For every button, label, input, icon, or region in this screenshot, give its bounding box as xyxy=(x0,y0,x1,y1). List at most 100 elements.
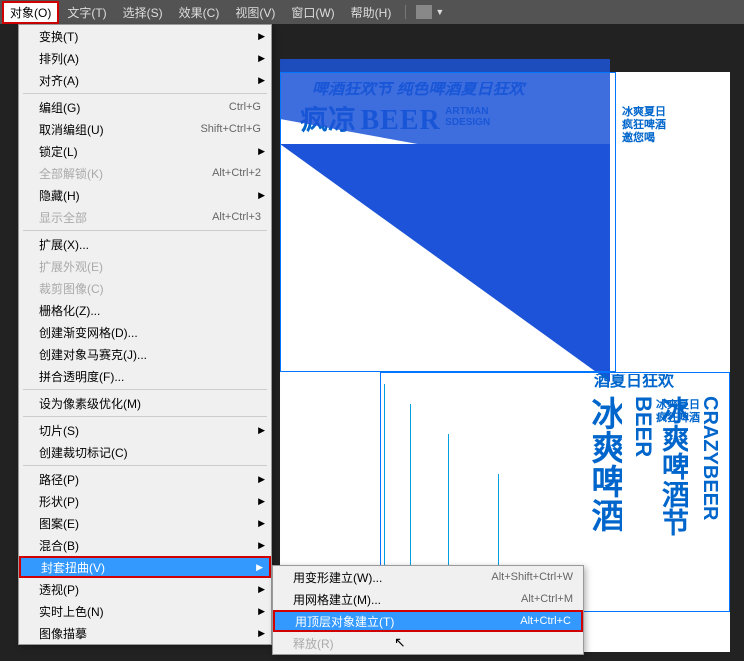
menu-type[interactable]: 文字(T) xyxy=(59,1,114,24)
menu-item-label: 排列(A) xyxy=(39,50,261,67)
menu-item-label: 创建对象马赛克(J)... xyxy=(39,346,261,363)
submenu-arrow-icon: ▶ xyxy=(258,606,265,617)
submenu-item-label: 用网格建立(M)... xyxy=(293,591,521,608)
menu-item-label: 创建裁切标记(C) xyxy=(39,444,261,461)
menu-item[interactable]: 锁定(L)▶ xyxy=(19,140,271,162)
menu-separator xyxy=(23,230,267,231)
menu-item[interactable]: 变换(T)▶ xyxy=(19,25,271,47)
menu-item[interactable]: 隐藏(H)▶ xyxy=(19,184,271,206)
menu-item-label: 拼合透明度(F)... xyxy=(39,368,261,385)
menu-item-label: 隐藏(H) xyxy=(39,187,261,204)
menu-item-label: 变换(T) xyxy=(39,28,261,45)
menu-item: 全部解锁(K)Alt+Ctrl+2 xyxy=(19,162,271,184)
menu-item-shortcut: Shift+Ctrl+G xyxy=(200,123,261,135)
menu-object[interactable]: 对象(O) xyxy=(2,1,59,24)
menu-item-shortcut: Alt+Ctrl+C xyxy=(520,615,571,627)
submenu-arrow-icon: ▶ xyxy=(258,53,265,64)
menubar-divider xyxy=(405,5,406,19)
submenu-arrow-icon: ▶ xyxy=(258,540,265,551)
menu-item-label: 栅格化(Z)... xyxy=(39,302,261,319)
menu-item-label: 切片(S) xyxy=(39,422,261,439)
submenu-arrow-icon: ▶ xyxy=(258,425,265,436)
menu-item[interactable]: 排列(A)▶ xyxy=(19,47,271,69)
menu-item-shortcut: Alt+Ctrl+M xyxy=(521,593,573,605)
menu-item[interactable]: 切片(S)▶ xyxy=(19,419,271,441)
menu-item-label: 图案(E) xyxy=(39,515,261,532)
submenu-arrow-icon: ▶ xyxy=(258,474,265,485)
menu-item-label: 路径(P) xyxy=(39,471,261,488)
menu-item[interactable]: 形状(P)▶ xyxy=(19,490,271,512)
submenu-arrow-icon: ▶ xyxy=(258,190,265,201)
menu-item[interactable]: 创建裁切标记(C) xyxy=(19,441,271,463)
menu-item-shortcut: Ctrl+G xyxy=(229,101,261,113)
submenu-item: 释放(R) xyxy=(273,632,583,654)
submenu-item[interactable]: 用变形建立(W)...Alt+Shift+Ctrl+W xyxy=(273,566,583,588)
menu-item-label: 设为像素级优化(M) xyxy=(39,395,261,412)
menu-item[interactable]: 封套扭曲(V)▶ xyxy=(19,556,271,578)
menu-separator xyxy=(23,416,267,417)
menu-separator xyxy=(23,389,267,390)
menu-item-label: 实时上色(N) xyxy=(39,603,261,620)
menu-item[interactable]: 拼合透明度(F)... xyxy=(19,365,271,387)
menu-item[interactable]: 混合(B)▶ xyxy=(19,534,271,556)
menu-item[interactable]: 图案(E)▶ xyxy=(19,512,271,534)
menu-item-label: 形状(P) xyxy=(39,493,261,510)
menu-item-label: 透视(P) xyxy=(39,581,261,598)
submenu-arrow-icon: ▶ xyxy=(258,75,265,86)
menu-item[interactable]: 扩展(X)... xyxy=(19,233,271,255)
menu-item[interactable]: 设为像素级优化(M) xyxy=(19,392,271,414)
submenu-arrow-icon: ▶ xyxy=(258,518,265,529)
menu-item-label: 创建渐变网格(D)... xyxy=(39,324,261,341)
menu-item-label: 混合(B) xyxy=(39,537,261,554)
menu-item[interactable]: 路径(P)▶ xyxy=(19,468,271,490)
menu-item[interactable]: 对齐(A)▶ xyxy=(19,69,271,91)
menu-separator xyxy=(23,93,267,94)
menu-item[interactable]: 图像描摹▶ xyxy=(19,622,271,644)
menu-item-label: 全部解锁(K) xyxy=(39,165,212,182)
menubar: 对象(O) 文字(T) 选择(S) 效果(C) 视图(V) 窗口(W) 帮助(H… xyxy=(0,0,744,24)
submenu-arrow-icon: ▶ xyxy=(256,562,263,573)
menu-item[interactable]: 透视(P)▶ xyxy=(19,578,271,600)
menu-item-shortcut: Alt+Shift+Ctrl+W xyxy=(491,571,573,583)
menu-item: 裁剪图像(C) xyxy=(19,277,271,299)
submenu-arrow-icon: ▶ xyxy=(258,496,265,507)
submenu-arrow-icon: ▶ xyxy=(258,31,265,42)
menu-item[interactable]: 编组(G)Ctrl+G xyxy=(19,96,271,118)
menu-select[interactable]: 选择(S) xyxy=(115,1,171,24)
menu-item-label: 扩展(X)... xyxy=(39,236,261,253)
menu-item-shortcut: Alt+Ctrl+3 xyxy=(212,211,261,223)
menu-item[interactable]: 栅格化(Z)... xyxy=(19,299,271,321)
submenu-item[interactable]: 用网格建立(M)...Alt+Ctrl+M xyxy=(273,588,583,610)
submenu-arrow-icon: ▶ xyxy=(258,584,265,595)
menu-view[interactable]: 视图(V) xyxy=(227,1,283,24)
menu-item[interactable]: 创建渐变网格(D)... xyxy=(19,321,271,343)
submenu-item-label: 用变形建立(W)... xyxy=(293,569,491,586)
menu-item-label: 裁剪图像(C) xyxy=(39,280,261,297)
menu-item-label: 编组(G) xyxy=(39,99,229,116)
submenu-item[interactable]: 用顶层对象建立(T)Alt+Ctrl+C xyxy=(273,610,583,632)
menu-item-label: 取消编组(U) xyxy=(39,121,200,138)
menu-item-label: 锁定(L) xyxy=(39,143,261,160)
chevron-down-icon[interactable]: ▼ xyxy=(435,7,444,17)
artwork-right: 冰爽夏日 疯狂啤酒 邀您喝 xyxy=(622,106,702,146)
menu-item-label: 对齐(A) xyxy=(39,72,261,89)
menu-effect[interactable]: 效果(C) xyxy=(171,1,228,24)
menu-item[interactable]: 取消编组(U)Shift+Ctrl+G xyxy=(19,118,271,140)
envelope-distort-submenu: 用变形建立(W)...Alt+Shift+Ctrl+W用网格建立(M)...Al… xyxy=(272,565,584,655)
menu-item-label: 显示全部 xyxy=(39,209,212,226)
menu-item-shortcut: Alt+Ctrl+2 xyxy=(212,167,261,179)
submenu-item-label: 用顶层对象建立(T) xyxy=(295,613,520,630)
menu-item: 显示全部Alt+Ctrl+3 xyxy=(19,206,271,228)
arrange-documents-icon[interactable] xyxy=(416,5,432,19)
menu-separator xyxy=(23,465,267,466)
menu-window[interactable]: 窗口(W) xyxy=(283,1,342,24)
submenu-item-label: 释放(R) xyxy=(293,635,573,652)
selection-bounds-upper xyxy=(280,72,616,372)
menu-item-label: 扩展外观(E) xyxy=(39,258,261,275)
menu-item[interactable]: 实时上色(N)▶ xyxy=(19,600,271,622)
object-menu-dropdown: 变换(T)▶排列(A)▶对齐(A)▶编组(G)Ctrl+G取消编组(U)Shif… xyxy=(18,24,272,645)
menu-item[interactable]: 创建对象马赛克(J)... xyxy=(19,343,271,365)
menu-help[interactable]: 帮助(H) xyxy=(343,1,400,24)
menu-item: 扩展外观(E) xyxy=(19,255,271,277)
menu-item-label: 图像描摹 xyxy=(39,625,261,642)
